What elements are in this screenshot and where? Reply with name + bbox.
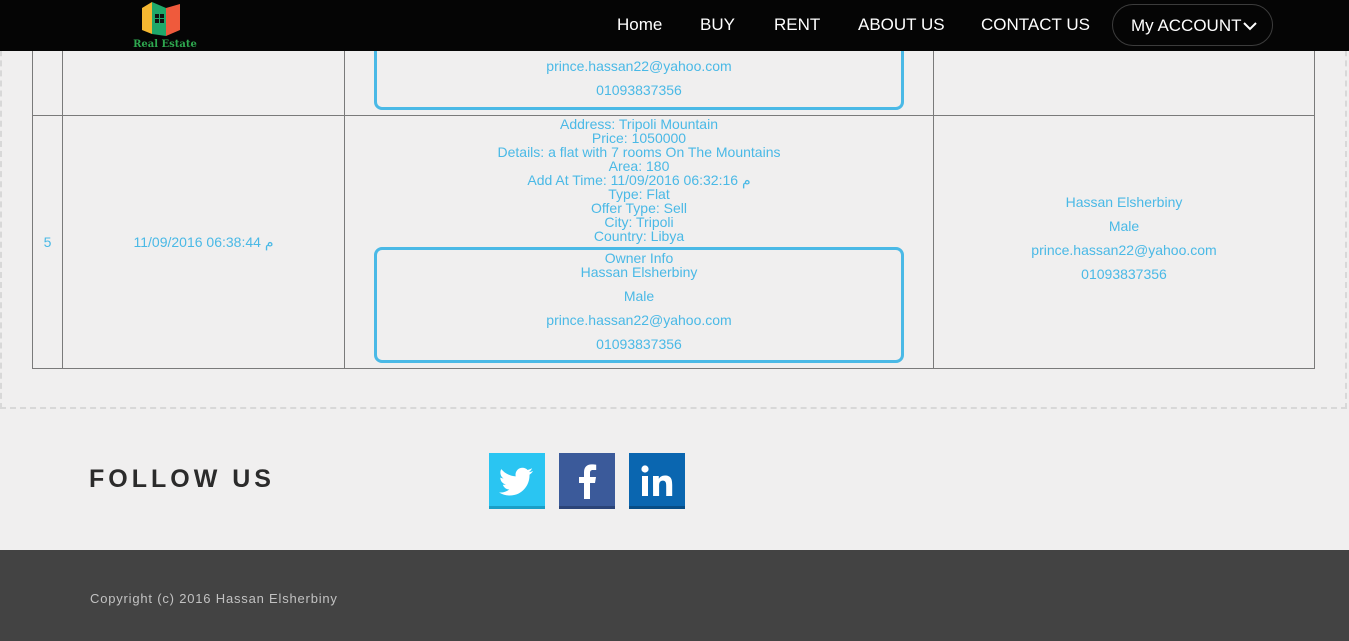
owner-gender: Male — [623, 288, 655, 304]
row-date: 11/09/2016 06:38:44 م — [133, 234, 274, 250]
chevron-down-icon — [1243, 22, 1257, 31]
table-divider — [62, 51, 63, 369]
row-id: 5 — [43, 234, 52, 250]
facebook-icon — [559, 453, 615, 509]
nav-about-us[interactable]: ABOUT US — [858, 15, 945, 35]
table-border-right — [1314, 51, 1315, 369]
owner-phone: 01093837356 — [596, 336, 682, 352]
twitter-link[interactable] — [489, 453, 545, 509]
nav-home[interactable]: Home — [617, 15, 662, 35]
table-divider — [933, 51, 934, 369]
my-account-label: My ACCOUNT — [1131, 16, 1242, 35]
top-navbar: Real Estate Home BUY RENT ABOUT US CONTA… — [0, 0, 1349, 51]
follow-us-heading: FOLLOW US — [89, 465, 275, 493]
facebook-link[interactable] — [559, 453, 615, 509]
logo-text: Real Estate — [133, 39, 197, 50]
my-account-dropdown[interactable]: My ACCOUNT — [1112, 4, 1273, 46]
owner-name: Hassan Elsherbiny — [580, 264, 698, 280]
user-phone: 01093837356 — [1081, 266, 1167, 282]
footer: Copyright (c) 2016 Hassan Elsherbiny — [0, 550, 1349, 641]
detail-country: Country: Libya — [593, 228, 685, 244]
owner-phone: 01093837356 — [596, 82, 682, 98]
nav-contact-us[interactable]: CONTACT US — [981, 15, 1090, 35]
user-email: prince.hassan22@yahoo.com — [1031, 242, 1217, 258]
copyright-text: Copyright (c) 2016 Hassan Elsherbiny — [90, 591, 338, 606]
nav-rent[interactable]: RENT — [774, 15, 820, 35]
table-border-left — [32, 51, 33, 369]
owner-email: prince.hassan22@yahoo.com — [546, 58, 732, 74]
user-name: Hassan Elsherbiny — [1065, 194, 1183, 210]
linkedin-icon — [629, 453, 685, 509]
site-logo[interactable]: Real Estate — [128, 0, 202, 51]
table-border-bottom — [32, 368, 1315, 369]
linkedin-link[interactable] — [629, 453, 685, 509]
user-gender: Male — [1108, 218, 1140, 234]
nav-buy[interactable]: BUY — [700, 15, 735, 35]
house-logo-icon — [142, 2, 180, 36]
twitter-icon — [489, 453, 545, 509]
owner-email: prince.hassan22@yahoo.com — [546, 312, 732, 328]
